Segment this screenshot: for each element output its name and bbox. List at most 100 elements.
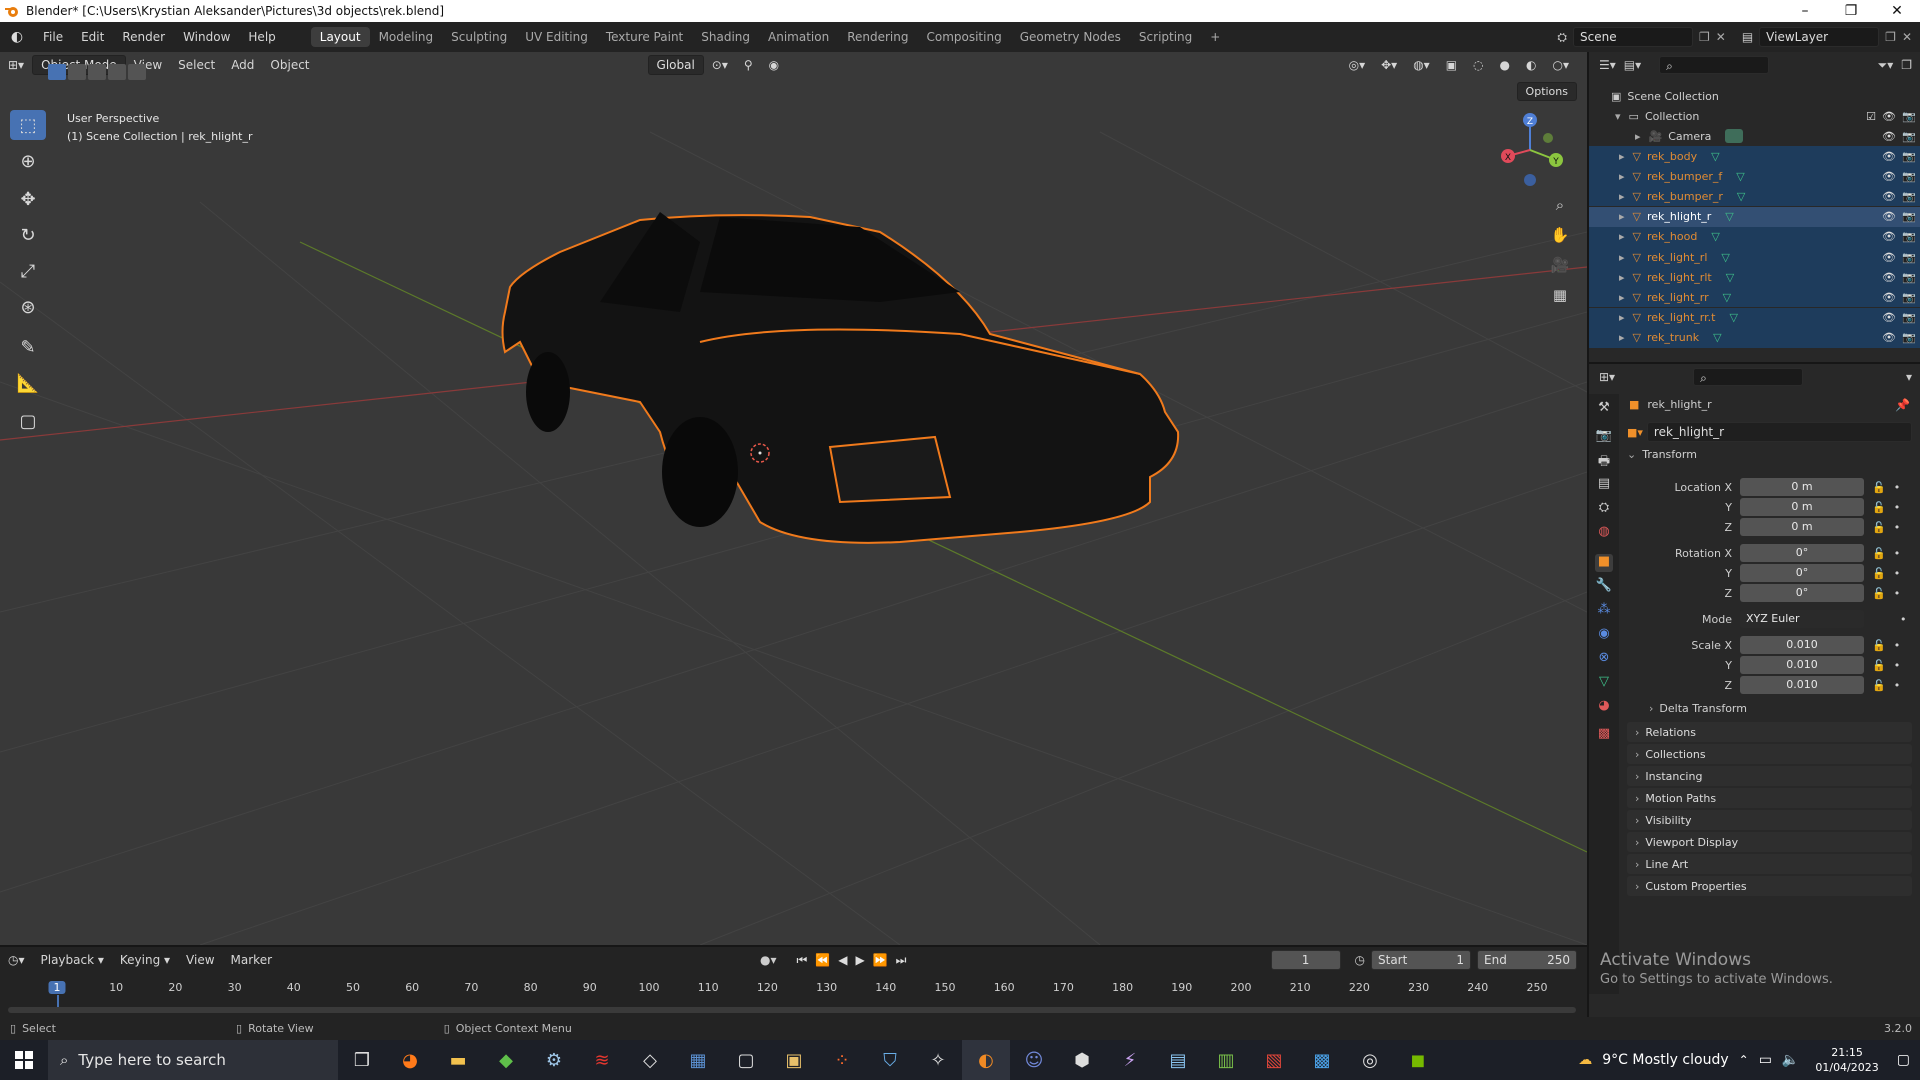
keyframe-dot-icon[interactable]: • [1894, 481, 1901, 494]
select-intersect-icon[interactable] [128, 64, 146, 80]
navigation-gizmo[interactable]: Z Y X [1490, 110, 1570, 190]
exclude-checkbox-icon[interactable]: ☑ [1866, 110, 1876, 123]
outliner-object-row[interactable]: ▸ ▽ rek_light_rlt ▽ 👁 📷 [1589, 267, 1920, 288]
expand-arrow-icon[interactable]: ▸ [1635, 130, 1641, 143]
timeline-scrollbar[interactable] [8, 1007, 1576, 1013]
expand-arrow-icon[interactable]: ▸ [1619, 311, 1625, 324]
scale-z-field[interactable]: 0.010 [1740, 676, 1864, 694]
section-visibility[interactable]: › Visibility [1627, 810, 1912, 830]
mesh-data-icon[interactable]: ▽ [1713, 331, 1721, 344]
mesh-data-icon[interactable]: ▽ [1729, 311, 1737, 324]
section-collections[interactable]: › Collections [1627, 744, 1912, 764]
remove-view-layer-icon[interactable]: ✕ [1902, 30, 1912, 44]
select-new-icon[interactable] [48, 64, 66, 80]
tab-modeling[interactable]: Modeling [370, 27, 443, 47]
lock-icon[interactable]: 🔓 [1872, 501, 1886, 514]
volume-icon[interactable]: 🔈 [1782, 1052, 1799, 1068]
render-camera-icon[interactable]: 📷 [1902, 190, 1916, 203]
section-viewport-display[interactable]: › Viewport Display [1627, 832, 1912, 852]
object-browse-icon[interactable]: ■▾ [1627, 426, 1643, 439]
overlay-icon[interactable]: ◍▾ [1405, 58, 1438, 72]
eye-icon[interactable]: 👁 [1882, 190, 1896, 203]
calculator-icon[interactable]: ▦ [674, 1040, 722, 1080]
expand-arrow-icon[interactable]: ▸ [1619, 190, 1625, 203]
render-camera-icon[interactable]: 📷 [1902, 230, 1916, 243]
tool-tab-icon[interactable]: ⚒ [1595, 400, 1613, 418]
wireframe-shading-icon[interactable]: ◌ [1465, 58, 1491, 72]
lock-icon[interactable]: 🔓 [1872, 679, 1886, 692]
texture-tab-icon[interactable]: ▩ [1595, 726, 1613, 744]
render-camera-icon[interactable]: 📷 [1902, 331, 1916, 344]
section-line-art[interactable]: › Line Art [1627, 854, 1912, 874]
view-layer-selector[interactable]: ViewLayer [1759, 27, 1880, 47]
render-camera-icon[interactable]: 📷 [1902, 150, 1916, 163]
roblox-icon[interactable]: ◇ [626, 1040, 674, 1080]
menu-edit[interactable]: Edit [72, 30, 113, 44]
nvidia-icon[interactable]: ◼ [1394, 1040, 1442, 1080]
properties-editor-icon[interactable]: ⊞▾ [1599, 370, 1615, 384]
add-workspace-icon[interactable]: + [1201, 27, 1229, 47]
outliner-editor-icon[interactable]: ☰▾ [1599, 58, 1616, 72]
task-view-icon[interactable]: ❒ [338, 1040, 386, 1080]
blender-menu-icon[interactable]: ◐ [0, 29, 34, 45]
select-extend-icon[interactable] [68, 64, 86, 80]
menu-render[interactable]: Render [113, 30, 174, 44]
menu-file[interactable]: File [34, 30, 72, 44]
add-menu[interactable]: Add [223, 58, 262, 72]
expand-arrow-icon[interactable]: ▾ [1615, 110, 1621, 123]
rotation-y-field[interactable]: 0° [1740, 564, 1864, 582]
rendered-shading-icon[interactable]: ○▾ [1545, 58, 1578, 72]
eye-icon[interactable]: 👁 [1882, 251, 1896, 264]
eye-icon[interactable]: 👁 [1882, 150, 1896, 163]
output-tab-icon[interactable]: 🖶 [1595, 452, 1613, 470]
clock[interactable]: 21:15 01/04/2023 [1815, 1045, 1878, 1075]
location-z-field[interactable]: 0 m [1740, 518, 1864, 536]
render-camera-icon[interactable]: 📷 [1902, 311, 1916, 324]
mesh-data-icon[interactable]: ▽ [1736, 170, 1744, 183]
vpn-shield-icon[interactable]: ⛉ [866, 1040, 914, 1080]
render-camera-icon[interactable]: 📷 [1902, 110, 1916, 123]
firefox-icon[interactable]: ◕ [386, 1040, 434, 1080]
minimize-button[interactable]: – [1782, 3, 1828, 19]
tab-scripting[interactable]: Scripting [1130, 27, 1201, 47]
outliner-object-row[interactable]: ▸ ▽ rek_light_rl ▽ 👁 📷 [1589, 247, 1920, 267]
zoom-icon[interactable]: ⌕ [1547, 192, 1573, 218]
grid-view-icon[interactable]: ▦ [1547, 282, 1573, 308]
msi-afterburner-icon[interactable]: ≋ [578, 1040, 626, 1080]
location-x-field[interactable]: 0 m [1740, 478, 1864, 496]
taskbar-search-box[interactable]: ⌕ Type here to search [48, 1040, 338, 1080]
constraints-tab-icon[interactable]: ⊗ [1595, 650, 1613, 668]
mesh-data-icon[interactable]: ▽ [1721, 251, 1729, 264]
app-launcher-icon[interactable]: ✧ [914, 1040, 962, 1080]
blender-taskbar-icon[interactable]: ◐ [962, 1040, 1010, 1080]
display-mode-icon[interactable]: ▤▾ [1624, 58, 1641, 72]
outliner-object-row[interactable]: ▸ ▽ rek_trunk ▽ 👁 📷 [1589, 327, 1920, 348]
lock-icon[interactable]: 🔓 [1872, 587, 1886, 600]
menu-window[interactable]: Window [174, 30, 239, 44]
obs-icon[interactable]: ◎ [1346, 1040, 1394, 1080]
camera-data-icon[interactable] [1725, 129, 1744, 143]
snap-icon[interactable]: ⚲ [736, 58, 761, 72]
mesh-data-icon[interactable]: ▽ [1711, 230, 1719, 243]
location-y-field[interactable]: 0 m [1740, 498, 1864, 516]
section-instancing[interactable]: › Instancing [1627, 766, 1912, 786]
rotate-tool-icon[interactable]: ↻ [10, 220, 46, 250]
lock-icon[interactable]: 🔓 [1872, 481, 1886, 494]
scale-tool-icon[interactable]: ⤢ [10, 256, 46, 286]
xray-icon[interactable]: ▣ [1438, 58, 1465, 72]
gizmo-icon[interactable]: ✥▾ [1373, 58, 1405, 72]
eye-icon[interactable]: 👁 [1882, 291, 1896, 304]
options-button[interactable]: Options [1516, 82, 1577, 101]
outliner-object-row[interactable]: ▸ ▽ rek_bumper_r ▽ 👁 📷 [1589, 186, 1920, 207]
data-tab-icon[interactable]: ▽ [1595, 674, 1613, 692]
lock-icon[interactable]: 🔓 [1872, 521, 1886, 534]
new-collection-icon[interactable]: ❐ [1901, 58, 1920, 72]
mesh-data-icon[interactable]: ▽ [1711, 150, 1719, 163]
outliner-object-row[interactable]: ▸ ▽ rek_hlight_r ▽ 👁 📷 [1589, 206, 1920, 227]
app-icon-2[interactable]: ⚡ [1106, 1040, 1154, 1080]
particles-tab-icon[interactable]: ⁂ [1595, 602, 1613, 620]
lock-icon[interactable]: 🔓 [1872, 659, 1886, 672]
tab-sculpting[interactable]: Sculpting [442, 27, 516, 47]
discord-icon[interactable]: ☺ [1010, 1040, 1058, 1080]
proportional-edit-icon[interactable]: ◉ [761, 58, 787, 72]
